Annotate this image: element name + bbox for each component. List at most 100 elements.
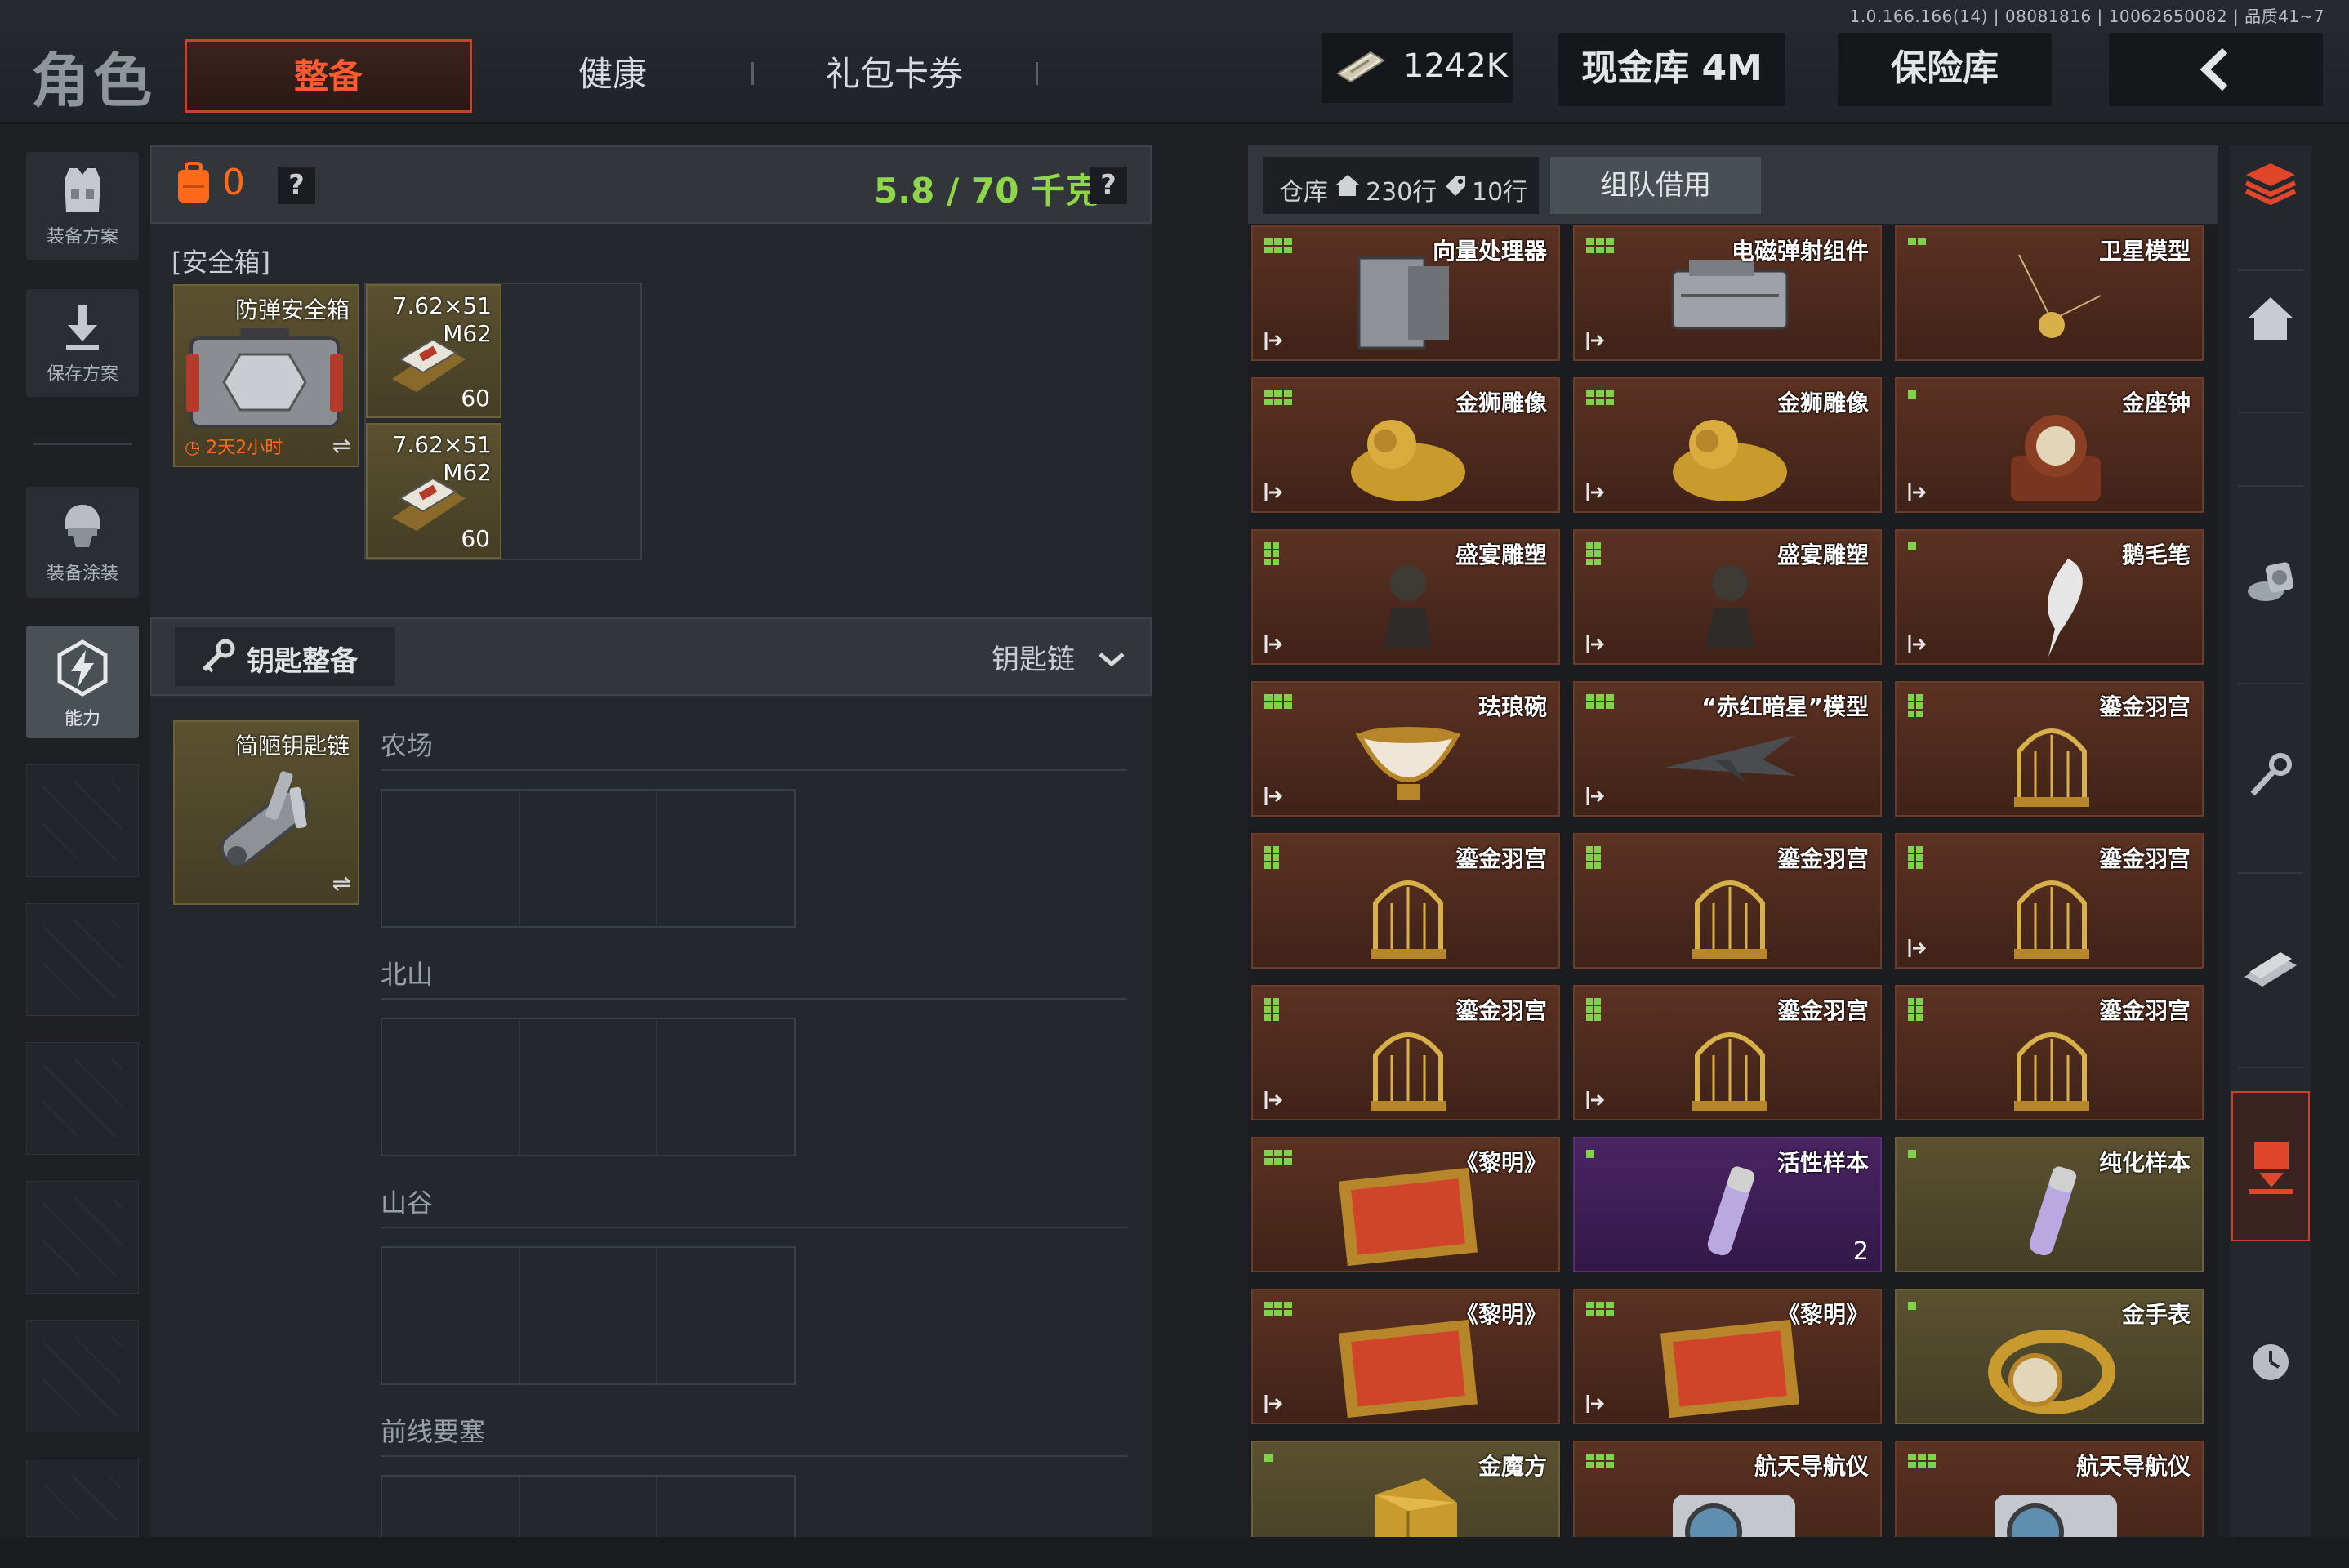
key-equip-tab[interactable]: 钥匙整备 <box>175 627 395 686</box>
warehouse-item[interactable]: 金狮雕像 <box>1573 377 1882 513</box>
cash-icon[interactable] <box>2238 936 2303 1001</box>
item-name: 向量处理器 <box>1432 238 1547 265</box>
warehouse-item[interactable]: 卫星模型 <box>1895 225 2204 361</box>
warehouse-item[interactable]: “赤红暗星”模型 <box>1573 681 1882 817</box>
extract-icon <box>1264 332 1283 350</box>
size-indicator-icon <box>1908 1454 1936 1473</box>
ammo-item[interactable]: 7.62×51 M62 60 <box>366 423 501 559</box>
warehouse-tab[interactable]: 仓库 230行 10行 <box>1263 157 1539 214</box>
nav-divider <box>2238 1067 2303 1068</box>
map-divider <box>381 998 1127 1000</box>
cash-icon <box>1336 51 1385 83</box>
warehouse-item[interactable]: 盛宴雕塑 <box>1573 529 1882 665</box>
size-indicator-icon <box>1586 1454 1614 1473</box>
size-indicator-icon <box>1586 694 1614 714</box>
warehouse-item[interactable]: 金魔方 <box>1251 1441 1560 1540</box>
tag-icon <box>1446 176 1465 196</box>
empty-nav-slot <box>26 903 139 1016</box>
save-plan-button[interactable]: 保存方案 <box>26 289 139 397</box>
version-text: 1.0.166.166(14) | 08081816 | 10062650082… <box>1849 7 2324 26</box>
warehouse-item[interactable]: 电磁弹射组件 <box>1573 225 1882 361</box>
map-label-north-mountain: 北山 <box>381 959 434 990</box>
empty-nav-slot <box>26 764 139 877</box>
warehouse-item[interactable]: 鎏金羽宫 <box>1895 985 2204 1120</box>
safe-box-icon <box>186 328 343 428</box>
deposit-tab[interactable] <box>2231 1091 2310 1241</box>
extract-icon <box>1264 483 1283 501</box>
warehouse-item[interactable]: 《黎明》 <box>1251 1289 1560 1424</box>
warehouse-item[interactable]: 航天导航仪 <box>1895 1441 2204 1540</box>
warehouse-item[interactable]: 活性样本 2 <box>1573 1137 1882 1272</box>
key-slots-north-mountain[interactable] <box>381 1018 796 1156</box>
key-slots-farm[interactable] <box>381 789 796 928</box>
ammo-item[interactable]: 7.62×51 M62 60 <box>366 284 501 418</box>
key-slots-valley[interactable] <box>381 1246 796 1385</box>
map-label-farm: 农场 <box>381 730 434 761</box>
item-name: 金手表 <box>2121 1301 2191 1328</box>
extract-icon <box>1586 787 1605 805</box>
swap-icon[interactable]: ⇌ <box>332 870 351 897</box>
size-indicator-icon <box>1586 846 1614 869</box>
keychain-dropdown-value: 钥匙链 <box>992 644 1075 676</box>
warehouse-item[interactable]: 金狮雕像 <box>1251 377 1560 513</box>
item-name: 《黎明》 <box>1776 1301 1869 1328</box>
warehouse-item[interactable]: 鎏金羽宫 <box>1895 833 2204 969</box>
size-indicator-icon <box>1586 542 1614 565</box>
warehouse-item[interactable]: 鎏金羽宫 <box>1251 985 1560 1120</box>
warehouse-item[interactable]: 《黎明》 <box>1251 1137 1560 1272</box>
extract-icon <box>1586 1395 1605 1413</box>
stack-icon[interactable] <box>2238 152 2303 217</box>
safe-vault-button[interactable]: 保险库 <box>1838 33 2052 106</box>
size-indicator-icon <box>1908 542 1936 562</box>
keychain-item[interactable]: 简陋钥匙链 ⇌ <box>173 720 359 905</box>
weight-help-button[interactable]: ? <box>1090 167 1127 204</box>
size-indicator-icon <box>1586 238 1614 258</box>
coins-icon[interactable] <box>2238 550 2303 616</box>
warehouse-item[interactable]: 金座钟 <box>1895 377 2204 513</box>
home-icon[interactable] <box>2238 286 2303 351</box>
item-name: 活性样本 <box>1776 1149 1869 1176</box>
equip-skin-label: 装备涂装 <box>46 564 118 584</box>
size-indicator-icon <box>1264 1302 1292 1321</box>
keychain-dropdown[interactable]: 钥匙链 <box>992 637 1126 677</box>
clock-icon[interactable] <box>2238 1330 2303 1395</box>
warehouse-item[interactable]: 鎏金羽宫 <box>1573 985 1882 1120</box>
key-equip-title: 钥匙整备 <box>247 645 358 678</box>
bag-help-button[interactable]: ? <box>278 167 315 204</box>
ability-label: 能力 <box>64 709 100 729</box>
tab-health[interactable]: 健康 <box>523 39 702 113</box>
weight-display: 5.8 / 70 千克 <box>874 171 1100 211</box>
equip-plan-button[interactable]: 装备方案 <box>26 152 139 260</box>
warehouse-item[interactable]: 鎏金羽宫 <box>1895 681 2204 817</box>
warehouse-item[interactable]: 鎏金羽宫 <box>1251 833 1560 969</box>
warehouse-item[interactable]: 金手表 <box>1895 1289 2204 1424</box>
swap-icon[interactable]: ⇌ <box>332 432 351 459</box>
watch-icon <box>1988 1330 2115 1414</box>
nav-divider <box>2238 872 2303 874</box>
warehouse-item[interactable]: 鎏金羽宫 <box>1573 833 1882 969</box>
team-borrow-tab[interactable]: 组队借用 <box>1550 157 1761 214</box>
equip-skin-button[interactable]: 装备涂装 <box>26 487 139 598</box>
map-divider <box>381 769 1127 771</box>
item-name: 金座钟 <box>2121 390 2191 416</box>
extract-icon <box>1908 483 1927 501</box>
key-icon[interactable] <box>2238 743 2303 808</box>
warehouse-item[interactable]: 鹅毛笔 <box>1895 529 2204 665</box>
key-slots-front-fortress[interactable] <box>381 1475 796 1537</box>
warehouse-item[interactable]: 珐琅碗 <box>1251 681 1560 817</box>
warehouse-item[interactable]: 《黎明》 <box>1573 1289 1882 1424</box>
warehouse-item[interactable]: 盛宴雕塑 <box>1251 529 1560 665</box>
cash-vault-button[interactable]: 现金库 4M <box>1558 33 1785 106</box>
safe-box-item[interactable]: 防弹安全箱 ◷ 2天2小时 ⇌ <box>173 284 359 467</box>
bowl-icon <box>1354 727 1462 800</box>
item-name: 金狮雕像 <box>1455 390 1547 416</box>
ability-button[interactable]: 能力 <box>26 626 139 738</box>
warehouse-item[interactable]: 向量处理器 <box>1251 225 1560 361</box>
tab-equip[interactable]: 整备 <box>185 39 472 113</box>
item-name: 珐琅碗 <box>1478 693 1547 720</box>
warehouse-item[interactable]: 航天导航仪 <box>1573 1441 1882 1540</box>
back-button[interactable] <box>2109 33 2323 106</box>
size-indicator-icon <box>1908 1150 1936 1169</box>
tab-gift-cards[interactable]: 礼包卡券 <box>800 39 988 113</box>
warehouse-item[interactable]: 纯化样本 <box>1895 1137 2204 1272</box>
